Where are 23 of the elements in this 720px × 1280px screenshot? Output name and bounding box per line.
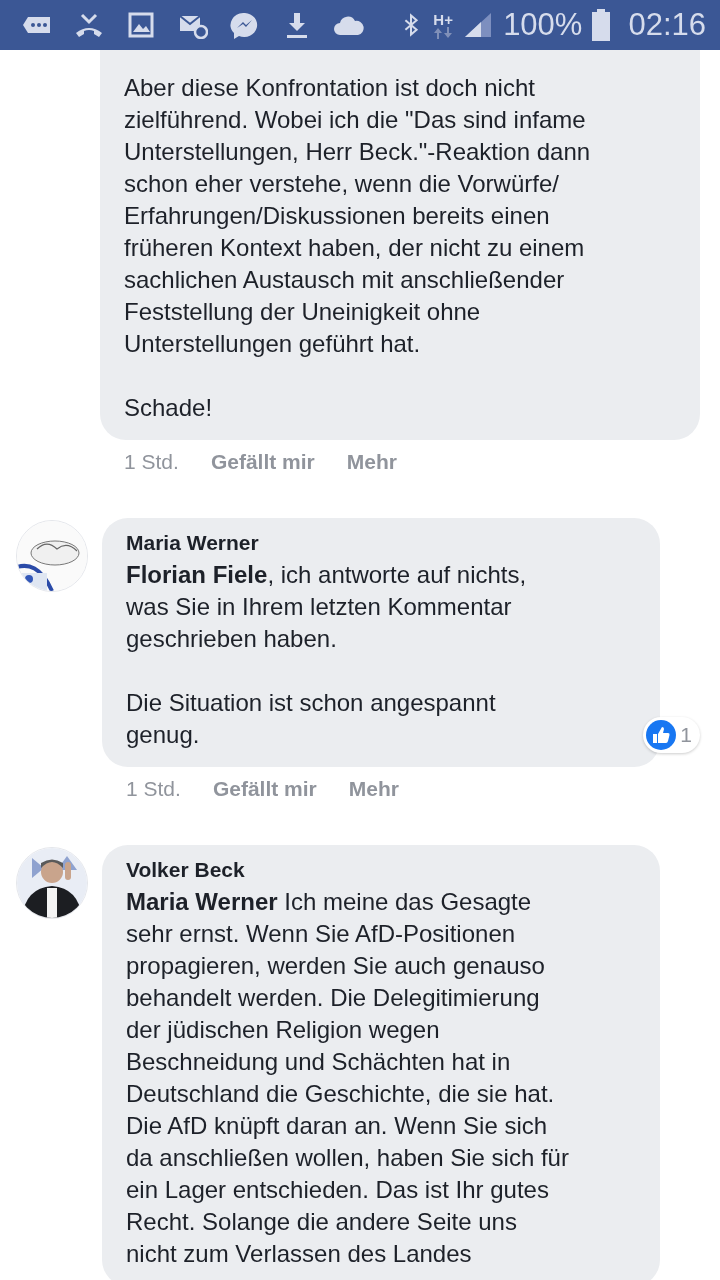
battery-icon	[592, 9, 611, 41]
like-icon	[646, 720, 677, 750]
comment-time: 1 Std.	[124, 450, 179, 475]
author-name[interactable]: Maria Werner	[126, 531, 636, 555]
comment-text: Maria Werner Ich meine das Gesagte sehr ernst. Wenn Sie AfD-Positionen propagieren, werden Sie auch genauso behandelt werden. Die Delegitimierung der jüdischen Religion wegen Beschneidung und Schächten hat in Deutschland die Geschichte, die sie hat. Die AfD knüpft daran an. Wenn Sie sich da anschließen wollen, haben Sie sich für ein Lager entschieden. Das ist Ihr gutes Recht. Solange die andere Seite uns nicht zum Verlassen des Landes	[126, 887, 570, 1269]
comment-action-link[interactable]: Gefällt mir	[210, 450, 315, 494]
image-icon	[126, 11, 156, 39]
signal-icon	[463, 11, 494, 39]
comment-text: Aber diese Konfrontation ist doch nicht zielführend. Wobei ich die "Das sind infame Unterstellungen, Herr Beck."-Reaktion dann schon eher verstehe, wenn die Vorwürfe/ Erfahrungen/Diskussionen bereits einen früheren Kontext haben, der nicht zu einem sachlichen Austausch mit anschließender Feststellung der Uneinigkeit ohne Unterstellungen geführt hat. Schade!	[124, 73, 592, 423]
comment-action-link[interactable]: Gefällt mir	[212, 777, 317, 821]
network-type: H+	[433, 11, 453, 27]
comment-text: Florian Fiele, ich antworte auf nichts, was Sie in Ihrem letzten Kommentar geschrieben haben. Die Situation ist schon angespannt genug.	[126, 560, 528, 750]
battery-percentage: 100%	[503, 7, 583, 43]
reaction-badge[interactable]: 1	[643, 717, 700, 753]
messenger-icon	[230, 11, 260, 39]
data-arrows-icon	[433, 26, 454, 39]
reaction-count: 1	[680, 723, 692, 747]
missed-call-icon	[74, 11, 104, 39]
author-name[interactable]: Volker Beck	[126, 858, 636, 882]
comment-action-link[interactable]: Mehr	[346, 450, 397, 494]
comment-time: 1 Std.	[126, 777, 181, 802]
comment-action-link[interactable]: Mehr	[348, 777, 399, 821]
clock: 02:16	[628, 7, 706, 43]
